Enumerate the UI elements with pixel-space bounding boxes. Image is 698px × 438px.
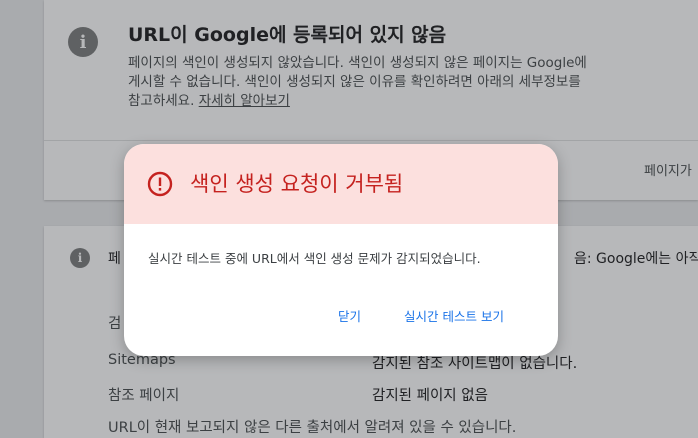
status-description: 페이지의 색인이 생성되지 않았습니다. 색인이 생성되지 않은 페이지는 Go… [128,54,698,111]
status-title: URL이 Google에 등록되어 있지 않음 [128,24,447,46]
desc-line-3-prefix: 참고하세요. [128,93,199,109]
discovery-row-label: 검 [108,316,122,332]
dialog-title: 색인 생성 요청이 거부됨 [190,172,404,196]
section-heading-status: 음: Google에는 아직 [574,251,698,267]
learn-more-link[interactable]: 자세히 알아보기 [199,93,290,109]
dialog-message: 실시간 테스트 중에 URL에서 색인 생성 문제가 감지되었습니다. [148,251,481,266]
desc-line-1: 페이지의 색인이 생성되지 않았습니다. 색인이 생성되지 않은 페이지는 Go… [128,55,587,71]
info-icon: i [70,248,90,268]
referring-page-value: 감지된 페이지 없음 [372,388,488,404]
desc-line-3: 참고하세요. 자세히 알아보기 [128,92,698,111]
view-live-test-button[interactable]: 실시간 테스트 보기 [398,302,510,329]
indexing-request-rejected-dialog: 색인 생성 요청이 거부됨 실시간 테스트 중에 URL에서 색인 생성 문제가… [124,144,558,356]
info-icon: i [68,27,98,57]
page-indexing-link[interactable]: 페이지가 [644,160,692,179]
discovery-note: URL이 현재 보고되지 않은 다른 출처에서 알려져 있을 수 있습니다. [108,420,517,436]
card-divider [44,140,698,141]
referring-page-label: 참조 페이지 [108,388,180,404]
dialog-header: 색인 생성 요청이 거부됨 [124,144,558,224]
desc-line-2: 게시할 수 없습니다. 색인이 생성되지 않은 이유를 확인하려면 아래의 세부… [128,74,581,90]
section-heading[interactable]: 페 [108,248,121,268]
error-circle-icon [147,171,173,197]
close-button[interactable]: 닫기 [332,302,367,329]
